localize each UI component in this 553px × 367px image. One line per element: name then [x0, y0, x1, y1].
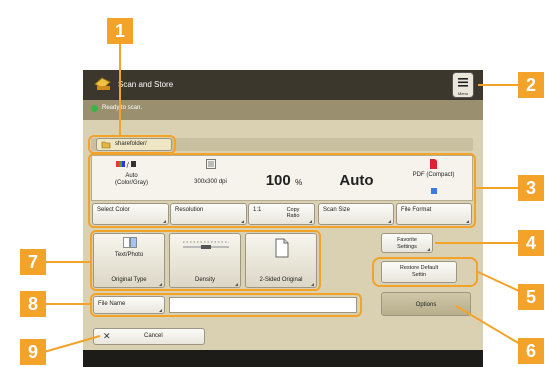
favorite-settings-button[interactable]: Favorite Settings — [381, 233, 433, 253]
status-dot — [91, 105, 98, 112]
favorite-settings-label: Favorite Settings — [397, 237, 417, 250]
highlight-ring-settings — [88, 153, 476, 228]
status-text: Ready to scan. — [102, 105, 143, 111]
options-button[interactable]: Options — [381, 292, 471, 316]
callout-2: 2 — [518, 72, 544, 98]
status-bar — [83, 100, 483, 120]
highlight-ring-tiles — [90, 230, 321, 291]
bottom-bar — [83, 350, 483, 367]
callout-8: 8 — [20, 291, 46, 317]
highlight-ring-restore — [372, 257, 478, 287]
corner-indicator-icon — [427, 248, 430, 251]
callout-3: 3 — [518, 175, 544, 201]
highlight-ring-location — [88, 135, 176, 154]
callout-7: 7 — [20, 249, 46, 275]
menu-button[interactable]: Menu — [452, 72, 474, 98]
scan-store-icon — [93, 76, 113, 92]
highlight-ring-file-name — [90, 293, 362, 317]
callout-6: 6 — [518, 338, 544, 364]
callout-4: 4 — [518, 230, 544, 256]
options-label: Options — [415, 302, 437, 308]
callout-1: 1 — [107, 18, 133, 44]
page-title: Scan and Store — [118, 80, 174, 89]
callout-5: 5 — [518, 284, 544, 310]
close-icon: ✕ — [103, 331, 111, 341]
menu-icon — [458, 78, 468, 87]
cancel-button[interactable]: ✕ Cancel — [93, 328, 205, 345]
callout-9: 9 — [20, 339, 46, 365]
cancel-label: Cancel — [144, 333, 163, 339]
menu-label: Menu — [457, 91, 468, 96]
